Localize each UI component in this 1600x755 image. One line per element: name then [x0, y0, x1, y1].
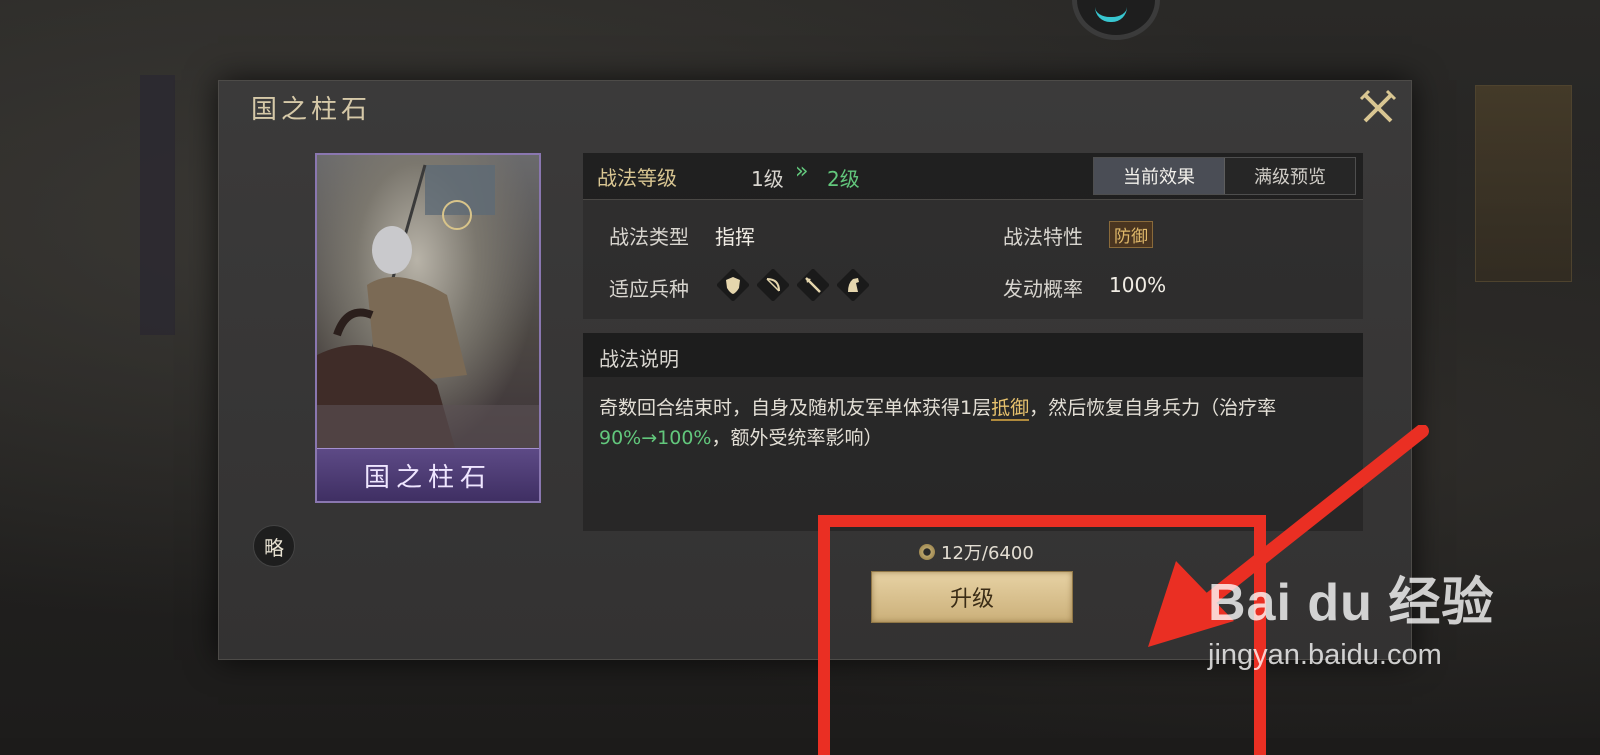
spear-icon	[797, 269, 829, 301]
watermark-url: jingyan.baidu.com	[1208, 639, 1442, 671]
tab-max-level-preview[interactable]: 满级预览	[1225, 158, 1355, 194]
level-next: 2级	[827, 167, 860, 191]
troops-label: 适应兵种	[609, 277, 689, 301]
level-arrow-icon: »	[795, 159, 809, 184]
tab-current-effect[interactable]: 当前效果	[1094, 158, 1225, 194]
description-title: 战法说明	[599, 347, 679, 371]
description-part3: ，额外受统率影响）	[711, 427, 883, 449]
trigger-rate-value: 100%	[1109, 273, 1167, 297]
trait-label: 战法特性	[1003, 225, 1083, 249]
trait-badge: 防御	[1109, 221, 1153, 248]
bow-icon	[757, 269, 789, 301]
baidu-watermark: Bai du 经验 jingyan.baidu.com	[1208, 560, 1494, 672]
horse-icon	[837, 269, 869, 301]
level-label: 战法等级	[597, 166, 677, 190]
effect-tabs: 当前效果 满级预览	[1093, 157, 1356, 195]
card-nameplate: 国之柱石	[317, 448, 539, 501]
shield-icon	[717, 269, 749, 301]
description-part1: 奇数回合结束时，自身及随机友军单体获得1层	[599, 397, 992, 419]
strategy-tag-badge[interactable]: 略	[253, 525, 295, 567]
tactic-card: 国之柱石	[315, 153, 541, 503]
background-left-panel	[140, 75, 175, 335]
tactic-attributes-panel: 战法等级 1级 » 2级 当前效果 满级预览 战法类型 指挥 战法特性 防御 适…	[583, 153, 1363, 319]
background-right-panel	[1475, 85, 1572, 282]
level-header: 战法等级 1级 » 2级 当前效果 满级预览	[583, 153, 1363, 200]
description-header: 战法说明	[583, 333, 1363, 377]
trigger-rate-label: 发动概率	[1003, 277, 1083, 301]
level-current: 1级	[751, 167, 784, 191]
type-label: 战法类型	[609, 225, 689, 249]
description-part2: ，然后恢复自身兵力（治疗率	[1029, 397, 1277, 419]
card-name: 国之柱石	[363, 462, 492, 493]
crossed-swords-close-icon	[1359, 89, 1397, 123]
keyword-link[interactable]: 抵御	[991, 397, 1030, 421]
general-portrait	[317, 155, 539, 455]
heal-rate-value: 90%→100%	[599, 427, 712, 449]
watermark-logo: Bai du 经验	[1208, 574, 1495, 632]
dialog-title: 国之柱石	[251, 95, 372, 125]
troop-icons	[717, 269, 869, 301]
type-value: 指挥	[715, 225, 755, 249]
close-button[interactable]	[1359, 89, 1397, 127]
